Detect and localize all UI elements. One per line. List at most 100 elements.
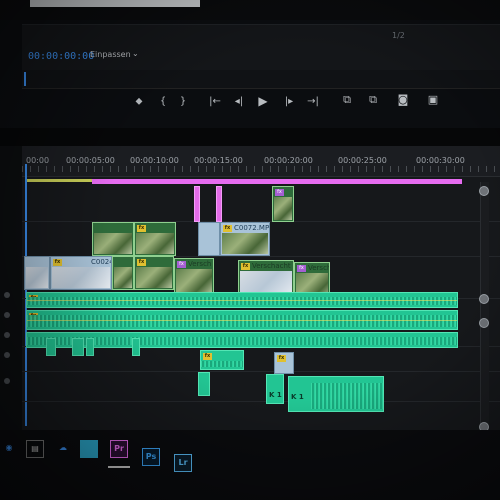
scroll-handle-bottom[interactable] — [479, 294, 489, 304]
track-divider — [22, 371, 500, 372]
video-clip[interactable]: fx — [134, 256, 174, 290]
lightroom-icon[interactable]: Lr — [174, 454, 192, 472]
audio-clip[interactable]: fx — [26, 310, 458, 330]
waveform — [27, 297, 457, 305]
resolution-select[interactable]: 1/2 — [392, 31, 405, 40]
clip-thumbnail — [114, 267, 132, 288]
fx-badge: fx — [203, 353, 212, 360]
audio-clip[interactable] — [86, 338, 94, 356]
render-bar — [92, 179, 462, 184]
fx-badge: fx — [241, 263, 250, 270]
premiere-pro-icon[interactable]: Pr — [110, 440, 128, 458]
audio-clip-k1[interactable]: K 1 — [266, 374, 284, 404]
audio-clip[interactable] — [132, 338, 140, 356]
adjustment-clip[interactable] — [194, 186, 200, 222]
audio-clip[interactable] — [198, 372, 210, 396]
fx-badge: fx — [223, 225, 232, 232]
clip-name: Versch — [188, 260, 212, 268]
mark-in-icon[interactable]: { — [156, 96, 170, 108]
fx-badge: fx — [277, 355, 286, 362]
fx-badge: fx — [53, 259, 62, 266]
audio-clip[interactable]: fx — [200, 350, 244, 370]
video-clip[interactable] — [24, 256, 50, 290]
track-toggle[interactable] — [4, 312, 10, 318]
program-timecode[interactable]: 00:00:00:00 — [28, 51, 94, 62]
track-toggle[interactable] — [4, 292, 10, 298]
waveform — [201, 361, 243, 367]
track-divider — [22, 401, 500, 402]
os-taskbar: ◉ ▤ ☁ Pr Ps Lr — [0, 430, 500, 500]
cloud-icon[interactable]: ☁ — [54, 440, 72, 458]
time-ruler[interactable]: 00:00 00:00:05:00 00:00:10:00 00:00:15:0… — [22, 146, 500, 177]
clip-thumbnail — [136, 267, 172, 288]
panel-separator — [0, 128, 500, 146]
clip-name: Verschacht — [252, 262, 291, 270]
ruler-tick: 00:00:30:00 — [416, 156, 465, 165]
monitor-top-bezel — [0, 0, 500, 20]
scroll-handle-top[interactable] — [479, 186, 489, 196]
lift-icon[interactable]: ⧉ — [340, 94, 354, 106]
track-toggle[interactable] — [4, 332, 10, 338]
transport-controls: ⬥ { } |← ◂| ▶ |▸ →| ⧉ ⧉ ◙ ▣ — [0, 82, 500, 118]
camera-icon[interactable]: ◙ — [396, 94, 410, 106]
ruler-tick: 00:00:10:00 — [130, 156, 179, 165]
timeline-playhead-head[interactable] — [25, 164, 27, 176]
fx-badge: fx — [137, 225, 146, 232]
clip-name: K 1 — [269, 391, 282, 399]
fit-zoom-dropdown[interactable]: Einpassen — [90, 50, 131, 59]
photoshop-icon[interactable]: Ps — [142, 448, 160, 466]
play-icon[interactable]: ▶ — [256, 95, 270, 107]
video-clip[interactable]: fx — [274, 352, 294, 374]
fx-badge: fx — [177, 261, 186, 268]
go-to-out-icon[interactable]: →| — [306, 96, 320, 108]
fx-badge: fx — [137, 259, 146, 266]
clip-thumbnail — [176, 269, 212, 294]
track-header-gutter — [0, 146, 22, 446]
app-icon[interactable] — [80, 440, 98, 458]
waveform — [311, 383, 383, 409]
chevron-down-icon[interactable]: ⌄ — [132, 49, 139, 58]
scroll-handle-top[interactable] — [479, 318, 489, 328]
compare-icon[interactable]: ▣ — [426, 94, 440, 106]
waveform — [27, 315, 457, 327]
track-toggle[interactable] — [4, 352, 10, 358]
video-clip[interactable] — [198, 222, 220, 256]
ruler-tick: 00:00:05:00 — [66, 156, 115, 165]
audio-clip-k1[interactable]: K 1 — [288, 376, 384, 412]
audio-clip[interactable]: fx — [26, 292, 458, 308]
clip-thumbnail — [26, 267, 48, 288]
video-clip-c0024[interactable]: fx C0024 — [50, 256, 112, 290]
timeline-panel[interactable]: 00:00 00:00:05:00 00:00:10:00 00:00:15:0… — [22, 146, 500, 446]
extract-icon[interactable]: ⧉ — [366, 94, 380, 106]
volume-line — [27, 320, 457, 321]
video-clip[interactable]: fx — [272, 186, 294, 222]
clip-thumbnail — [136, 233, 174, 254]
track-toggle[interactable] — [4, 378, 10, 384]
ruler-ticks — [22, 166, 500, 172]
search-icon[interactable]: ◉ — [0, 440, 18, 458]
step-forward-icon[interactable]: |▸ — [282, 96, 296, 108]
adjustment-clip[interactable] — [216, 186, 222, 222]
video-clip[interactable]: fx — [134, 222, 176, 256]
volume-line — [27, 300, 457, 301]
clip-name: K 1 — [291, 393, 304, 401]
audio-clip[interactable] — [72, 338, 84, 356]
active-app-indicator — [108, 466, 130, 468]
go-to-in-icon[interactable]: |← — [208, 96, 222, 108]
audio-clip[interactable] — [46, 338, 56, 356]
video-clip[interactable] — [92, 222, 134, 256]
ruler-tick: 00:00:25:00 — [338, 156, 387, 165]
mark-out-icon[interactable]: } — [176, 96, 190, 108]
premiere-screen: 00:00:00:00 Einpassen ⌄ 1/2 ⬥ { } |← ◂| … — [0, 0, 500, 500]
step-back-icon[interactable]: ◂| — [232, 96, 246, 108]
clip-thumbnail — [94, 233, 132, 254]
vertical-scrollbar[interactable] — [479, 182, 489, 432]
video-clip-c0072[interactable]: fx C0072.MP — [220, 222, 270, 256]
marker-icon[interactable]: ⬥ — [132, 96, 146, 108]
video-clip[interactable] — [112, 256, 134, 290]
clip-thumbnail — [222, 233, 268, 254]
nested-sequence-clip[interactable]: fx Versch — [174, 258, 214, 296]
file-explorer-icon[interactable]: ▤ — [26, 440, 44, 458]
clip-thumbnail — [274, 197, 292, 220]
clip-name: C0072.MP — [234, 224, 270, 232]
